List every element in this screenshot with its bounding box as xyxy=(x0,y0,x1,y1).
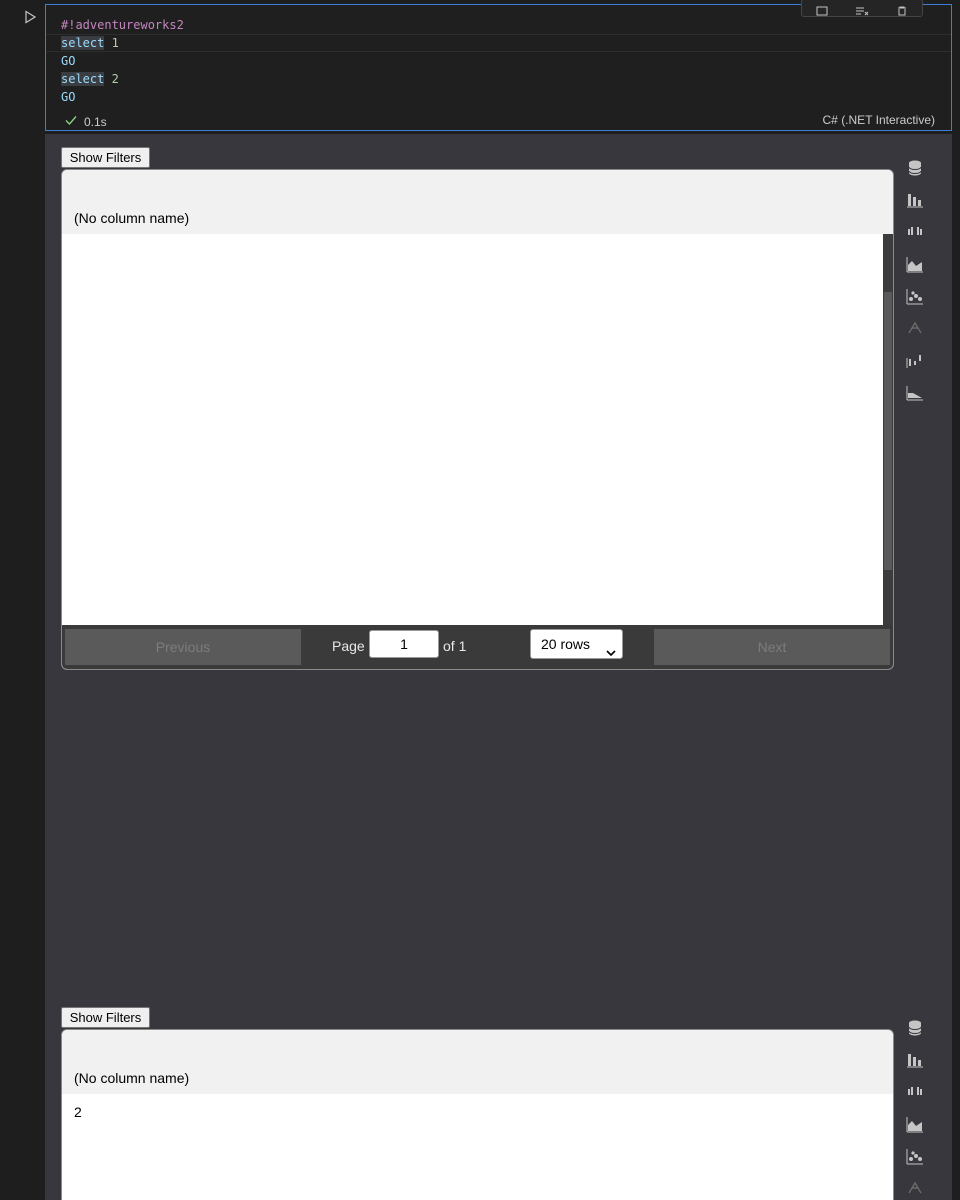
show-filters-button[interactable]: Show Filters xyxy=(61,1007,150,1028)
execution-status: 0.1s xyxy=(64,113,107,130)
code-cell[interactable]: #!adventureworks2 select 1 GO select 2 GO 0.… xyxy=(45,0,952,131)
code-line[interactable]: #!adventureworks2 xyxy=(61,16,184,34)
show-filters-button[interactable]: Show Filters xyxy=(61,147,150,168)
column-header[interactable]: (No column name) xyxy=(74,210,189,226)
column-header[interactable]: (No column name) xyxy=(74,1070,189,1086)
result-grid: (No column name) Previous Page 1 of 1 20… xyxy=(61,169,894,670)
scatter-chart-icon[interactable] xyxy=(904,1145,926,1167)
database-icon[interactable] xyxy=(904,157,926,179)
chevron-down-icon xyxy=(606,639,616,657)
code-token: #!adventureworks2 xyxy=(61,18,184,32)
scatter-chart-icon[interactable] xyxy=(904,285,926,307)
run-cell-icon[interactable] xyxy=(22,9,38,25)
area-chart-icon[interactable] xyxy=(904,1113,926,1135)
area-chart-icon[interactable] xyxy=(904,253,926,275)
visualization-toolbar xyxy=(904,157,926,413)
grouped-bar-icon[interactable] xyxy=(904,1081,926,1103)
page-label: Page xyxy=(332,638,365,654)
visualization-toolbar xyxy=(904,1017,926,1200)
grid-header: (No column name) xyxy=(62,170,893,234)
clear-output-icon[interactable] xyxy=(855,3,869,16)
grid-header: (No column name) xyxy=(62,1030,893,1094)
page-count-label: of 1 xyxy=(443,638,467,654)
box-plot-icon[interactable] xyxy=(904,349,926,371)
next-button[interactable]: Next xyxy=(654,629,890,665)
code-token: GO xyxy=(61,54,76,68)
code-token: select xyxy=(61,36,105,50)
code-line[interactable]: GO xyxy=(61,52,184,70)
kernel-picker[interactable]: C# (.NET Interactive) xyxy=(823,113,935,127)
code-line[interactable]: select 1 xyxy=(61,34,184,52)
code-line[interactable]: GO xyxy=(61,88,184,106)
previous-button[interactable]: Previous xyxy=(65,629,301,665)
split-cell-icon[interactable] xyxy=(815,3,829,16)
code-token: GO xyxy=(61,90,76,104)
cell-gutter xyxy=(0,0,45,1200)
bar-chart-icon[interactable] xyxy=(904,189,926,211)
grid-body: 2 xyxy=(62,1094,893,1200)
code-token: 1 xyxy=(111,36,119,50)
line-chart-icon[interactable] xyxy=(904,381,926,403)
database-icon[interactable] xyxy=(904,1017,926,1039)
code-editor[interactable]: #!adventureworks2 select 1 GO select 2 GO xyxy=(61,16,184,106)
grouped-bar-icon[interactable] xyxy=(904,221,926,243)
grid-cell: 2 xyxy=(74,1104,82,1120)
network-icon[interactable] xyxy=(904,317,926,339)
grid-body xyxy=(62,234,893,625)
scrollbar-thumb[interactable] xyxy=(884,292,892,570)
rows-per-page-value: 20 rows xyxy=(541,636,591,652)
page-number-input[interactable]: 1 xyxy=(369,630,439,658)
delete-cell-icon[interactable] xyxy=(895,3,909,16)
check-icon xyxy=(64,113,78,130)
rows-per-page-select[interactable]: 20 rows xyxy=(530,629,623,659)
result-grid: (No column name) 2 xyxy=(61,1029,894,1200)
bar-chart-icon[interactable] xyxy=(904,1049,926,1071)
network-icon[interactable] xyxy=(904,1177,926,1199)
pagination-bar: Previous Page 1 of 1 20 rows Next xyxy=(62,625,893,669)
code-token: select xyxy=(61,72,105,86)
code-token: 2 xyxy=(111,72,119,86)
execution-duration: 0.1s xyxy=(84,114,107,129)
cell-toolbar xyxy=(801,0,923,17)
code-line[interactable]: select 2 xyxy=(61,70,184,88)
